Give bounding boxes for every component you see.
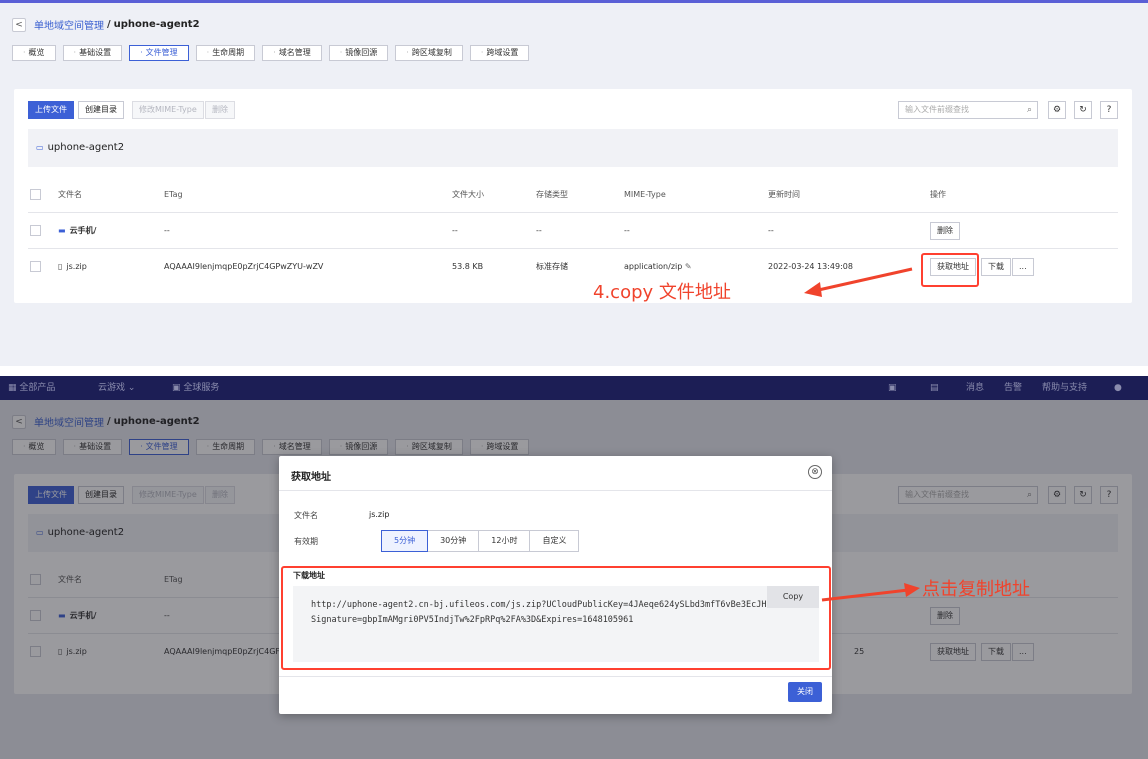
dialog-title: 获取地址 bbox=[291, 472, 331, 483]
table-row: ▬ 云手机/ -- -- -- -- -- 删除 bbox=[28, 213, 1118, 249]
tab-lifecycle[interactable]: · 生命周期 bbox=[195, 45, 256, 61]
col-updated: 更新时间 bbox=[768, 190, 800, 199]
arrow-icon bbox=[804, 267, 913, 297]
folder-link[interactable]: ▬ 云手机/ bbox=[58, 213, 96, 249]
breadcrumb-current: uphone-agent2 bbox=[113, 19, 200, 30]
messages-link[interactable]: 消息 bbox=[966, 376, 984, 400]
validity-custom[interactable]: 自定义 bbox=[529, 530, 580, 552]
tab-mirror-origin[interactable]: · 镜像回源 bbox=[328, 45, 389, 61]
all-products-menu[interactable]: ▦ 全部产品 bbox=[8, 376, 55, 400]
col-size: 文件大小 bbox=[452, 190, 484, 199]
col-storage-type: 存储类型 bbox=[536, 190, 568, 199]
tab-cors-settings[interactable]: · 跨域设置 bbox=[469, 45, 530, 61]
table-header: 文件名 ETag 文件大小 存储类型 MIME-Type 更新时间 操作 bbox=[28, 177, 1118, 213]
bucket-path-label: uphone-agent2 bbox=[47, 142, 125, 153]
top-screenshot: < 单地域空间管理 / uphone-agent2 · 概览 · 基础设置 · 文件管… bbox=[0, 0, 1148, 366]
arrow-icon bbox=[821, 583, 920, 602]
col-filename: 文件名 bbox=[58, 190, 82, 199]
highlight-box bbox=[281, 566, 831, 670]
folder-icon: ▬ bbox=[58, 226, 66, 235]
ticket-icon[interactable]: ▤ bbox=[930, 376, 939, 400]
row-checkbox[interactable] bbox=[30, 225, 41, 236]
tab-basic-settings[interactable]: · 基础设置 bbox=[62, 45, 123, 61]
close-icon[interactable]: ⊗ bbox=[808, 465, 822, 479]
validity-12h[interactable]: 12小时 bbox=[478, 530, 531, 552]
annotation-click-copy: 点击复制地址 bbox=[922, 579, 1030, 600]
breadcrumb-separator: / bbox=[107, 19, 111, 30]
tab-file-management[interactable]: · 文件管理 bbox=[129, 45, 189, 61]
col-etag: ETag bbox=[164, 190, 183, 199]
upload-button[interactable]: 上传文件 bbox=[28, 101, 74, 119]
help-link[interactable]: 帮助与支持 bbox=[1042, 376, 1087, 400]
more-button[interactable]: ... bbox=[1012, 258, 1034, 276]
file-link[interactable]: ▯ js.zip bbox=[58, 249, 87, 285]
edit-mime-button[interactable]: 修改MIME-Type bbox=[132, 101, 204, 119]
tab-domain-management[interactable]: · 域名管理 bbox=[262, 45, 322, 61]
file-icon: ▯ bbox=[58, 262, 63, 271]
validity-selector: 5分钟 30分钟 12小时 自定义 bbox=[381, 530, 580, 552]
bucket-icon: ▭ bbox=[36, 143, 44, 152]
cloud-game-menu[interactable]: 云游戏 ⌄ bbox=[98, 376, 135, 400]
row-checkbox[interactable] bbox=[30, 261, 41, 272]
tab-cross-region-replication[interactable]: · 跨区域复制 bbox=[395, 45, 463, 61]
alerts-link[interactable]: 告警 bbox=[1004, 376, 1022, 400]
filename-value: js.zip bbox=[369, 510, 390, 519]
create-directory-button[interactable]: 创建目录 bbox=[78, 101, 124, 119]
back-button[interactable]: < bbox=[12, 17, 26, 32]
validity-label: 有效期 bbox=[294, 537, 318, 546]
top-navbar: ▦ 全部产品 云游戏 ⌄ ▣ 全球服务 ▣ ▤ 消息 告警 帮助与支持 ● bbox=[0, 376, 1148, 400]
select-all-checkbox[interactable] bbox=[30, 189, 41, 200]
row-delete-button[interactable]: 删除 bbox=[930, 222, 960, 240]
bottom-screenshot: ▦ 全部产品 云游戏 ⌄ ▣ 全球服务 ▣ ▤ 消息 告警 帮助与支持 ● < … bbox=[0, 376, 1148, 759]
bucket-path-bar: ▭ uphone-agent2 bbox=[28, 129, 1118, 167]
user-avatar-icon[interactable]: ● bbox=[1114, 376, 1122, 400]
col-mime: MIME-Type bbox=[624, 190, 666, 199]
filename-label: 文件名 bbox=[294, 511, 318, 520]
search-input[interactable]: 输入文件前缀查找 ⌕ bbox=[898, 101, 1038, 119]
global-service-menu[interactable]: ▣ 全球服务 bbox=[172, 376, 219, 400]
annotation-copy-file-url: 4.copy 文件地址 bbox=[593, 282, 731, 303]
edit-icon[interactable]: ✎ bbox=[685, 262, 692, 271]
validity-30min[interactable]: 30分钟 bbox=[427, 530, 480, 552]
breadcrumb-parent-link[interactable]: 单地域空间管理 bbox=[34, 17, 104, 32]
download-button[interactable]: 下载 bbox=[981, 258, 1011, 276]
divider bbox=[279, 490, 832, 491]
refresh-icon[interactable]: ↻ bbox=[1074, 101, 1092, 119]
settings-icon[interactable]: ⚙ bbox=[1048, 101, 1066, 119]
tab-bar: · 概览 · 基础设置 · 文件管理 · 生命周期 · 域名管理 · 镜像回源 · 跨区域复制… bbox=[12, 45, 536, 61]
col-actions: 操作 bbox=[930, 190, 946, 199]
validity-5min[interactable]: 5分钟 bbox=[381, 530, 429, 552]
delete-button[interactable]: 删除 bbox=[205, 101, 235, 119]
highlight-box bbox=[921, 253, 979, 287]
close-button[interactable]: 关闭 bbox=[788, 682, 822, 702]
search-icon: ⌕ bbox=[1026, 105, 1032, 115]
console-icon[interactable]: ▣ bbox=[888, 376, 897, 400]
help-icon[interactable]: ? bbox=[1100, 101, 1118, 119]
toolbar: 上传文件 创建目录 修改MIME-Type 删除 输入文件前缀查找 ⌕ ⚙ ↻ … bbox=[28, 101, 1118, 119]
breadcrumb: < 单地域空间管理 / uphone-agent2 bbox=[12, 17, 200, 32]
divider bbox=[279, 676, 832, 677]
tab-overview[interactable]: · 概览 bbox=[12, 45, 56, 61]
